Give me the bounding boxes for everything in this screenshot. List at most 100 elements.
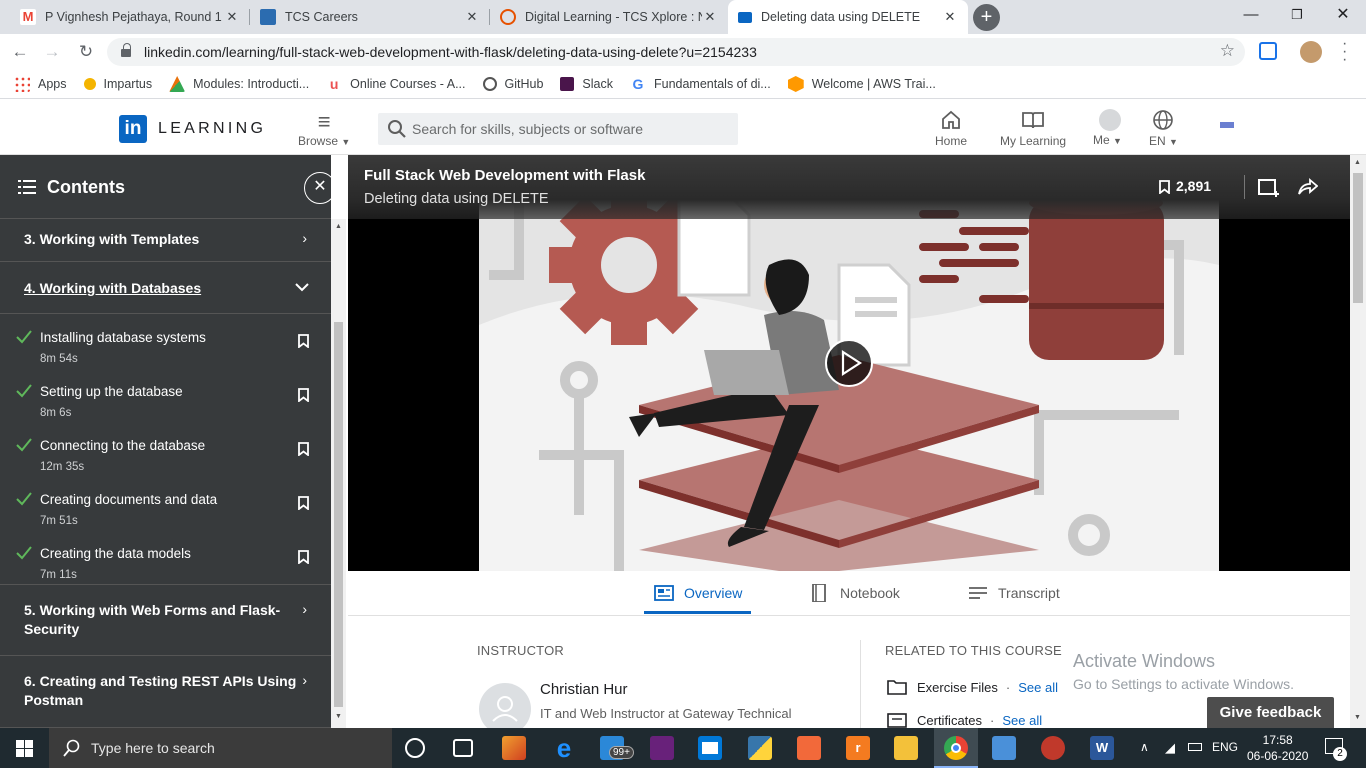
video-player[interactable]: Full Stack Web Development with Flask De… [348, 155, 1350, 571]
new-tab-button[interactable]: + [973, 4, 1000, 31]
bookmark-icon[interactable] [298, 550, 309, 564]
nav-my-learning[interactable]: My Learning [1000, 109, 1066, 148]
browser-tab-xplore[interactable]: Digital Learning - TCS Xplore : Ni ✕ [490, 0, 728, 34]
nav-language[interactable]: EN ▼ [1149, 109, 1178, 148]
bookmark-star-icon[interactable]: ☆ [1220, 41, 1235, 61]
tab-transcript[interactable]: Transcript [968, 584, 1060, 602]
scroll-down-arrow-icon[interactable]: ▼ [1354, 714, 1361, 721]
close-tab-icon[interactable]: ✕ [464, 9, 480, 25]
extension-icon[interactable] [1259, 42, 1277, 60]
nav-me[interactable]: Me ▼ [1093, 109, 1122, 147]
app-icon[interactable] [797, 736, 821, 760]
close-tab-icon[interactable]: ✕ [702, 9, 718, 25]
matlab-icon[interactable] [502, 736, 526, 760]
close-window-button[interactable]: ✕ [1320, 0, 1366, 32]
bookmark-github[interactable]: GitHub [482, 77, 543, 91]
cortana-icon[interactable] [405, 738, 425, 758]
instructor-name[interactable]: Christian Hur [540, 681, 628, 698]
share-icon[interactable] [1298, 178, 1318, 196]
add-to-collection-icon[interactable] [1258, 177, 1280, 197]
chrome-taskbar-button[interactable] [934, 728, 978, 768]
video-item[interactable]: Installing database systems 8m 54s [0, 322, 331, 376]
store-icon[interactable] [698, 736, 722, 760]
sidebar-scrollbar[interactable]: ▲ ▼ [331, 219, 346, 728]
bookmark-udemy[interactable]: u Online Courses - A... [326, 76, 466, 92]
restore-button[interactable]: ❐ [1274, 0, 1320, 32]
bookmark-impartus[interactable]: Impartus [83, 77, 152, 91]
remote-desktop-icon[interactable] [992, 736, 1016, 760]
wifi-icon[interactable]: ◢ [1165, 740, 1175, 756]
page-scrollbar[interactable]: ▲ ▼ [1350, 155, 1366, 728]
menu-kebab-icon[interactable]: · · · [1342, 36, 1347, 68]
browser-tab-strip: M P Vignhesh Pejathaya, Round 1 cl ✕ TCS… [0, 0, 1366, 34]
bookmark-icon[interactable] [298, 334, 309, 348]
scroll-up-arrow-icon[interactable]: ▲ [1354, 159, 1361, 166]
close-contents-button[interactable]: ✕ [304, 172, 336, 204]
back-button[interactable]: ← [10, 42, 30, 62]
bookmark-fundamentals[interactable]: G Fundamentals of di... [630, 76, 771, 92]
taskbar-search-input[interactable]: Type here to search [49, 728, 392, 768]
linkedin-learning-logo[interactable]: in LEARNING [119, 115, 266, 143]
url-bar[interactable]: linkedin.com/learning/full-stack-web-dev… [107, 38, 1245, 66]
browse-menu[interactable]: ≡ Browse ▼ [298, 110, 350, 149]
reload-button[interactable]: ↻ [76, 42, 96, 62]
chapter-item-templates[interactable]: 3. Working with Templates › [0, 219, 331, 262]
windows-start-icon[interactable] [16, 740, 33, 757]
tab-notebook[interactable]: Notebook [810, 584, 900, 602]
see-all-link[interactable]: See all [1002, 713, 1042, 728]
show-hidden-icons[interactable]: ∧ [1140, 740, 1149, 754]
visual-studio-icon[interactable] [650, 736, 674, 760]
content-tabs: Overview Notebook Transcript [348, 571, 1350, 616]
bookmark-modules[interactable]: Modules: Introducti... [169, 76, 309, 92]
minimize-button[interactable]: — [1228, 0, 1274, 32]
notebook-icon [812, 584, 826, 602]
give-feedback-button[interactable]: Give feedback [1207, 697, 1334, 728]
bookmark-slack[interactable]: Slack [560, 77, 613, 91]
caret-down-icon: ▼ [1169, 137, 1178, 147]
overview-icon [654, 585, 674, 601]
nav-home[interactable]: Home [935, 109, 967, 148]
file-explorer-icon[interactable] [894, 736, 918, 760]
python-icon[interactable] [748, 736, 772, 760]
task-view-icon[interactable] [453, 739, 473, 757]
close-tab-icon[interactable]: ✕ [224, 9, 240, 25]
video-item[interactable]: Connecting to the database 12m 35s [0, 430, 331, 484]
bookmark-icon[interactable] [298, 496, 309, 510]
battery-icon[interactable] [1188, 743, 1202, 751]
search-input[interactable]: Search for skills, subjects or software [378, 113, 738, 145]
video-item[interactable]: Setting up the database 8m 6s [0, 376, 331, 430]
r-app-icon[interactable]: r [846, 736, 870, 760]
play-button[interactable] [825, 339, 873, 387]
profile-avatar[interactable] [1300, 41, 1322, 63]
language-indicator[interactable]: ENG [1212, 740, 1238, 754]
word-icon[interactable]: W [1090, 736, 1114, 760]
clock[interactable]: 17:58 06-06-2020 [1247, 732, 1308, 764]
bookmark-aws[interactable]: Welcome | AWS Trai... [787, 76, 936, 92]
scroll-up-arrow-icon[interactable]: ▲ [335, 223, 342, 230]
chapter-item-rest-apis[interactable]: 6. Creating and Testing REST APIs Using P… [0, 656, 331, 728]
bookmark-icon[interactable] [298, 388, 309, 402]
chapter-item-databases[interactable]: 4. Working with Databases [0, 262, 331, 314]
bookmarks-bar: Apps Impartus Modules: Introducti... u O… [0, 70, 1366, 99]
browser-tab-tcs-careers[interactable]: TCS Careers ✕ [250, 0, 490, 34]
tab-overview[interactable]: Overview [654, 584, 742, 602]
browser-tab-gmail[interactable]: M P Vignhesh Pejathaya, Round 1 cl ✕ [10, 0, 250, 34]
bookmark-apps[interactable]: Apps [14, 76, 67, 92]
browser-tab-active[interactable]: Deleting data using DELETE ✕ [728, 0, 968, 34]
active-tab-indicator [644, 611, 751, 614]
google-icon: G [632, 76, 644, 92]
divider [860, 640, 861, 728]
bookmark-icon[interactable] [1159, 180, 1170, 194]
video-item[interactable]: Creating documents and data 7m 51s [0, 484, 331, 538]
scrollbar-thumb[interactable] [1353, 173, 1363, 303]
see-all-link[interactable]: See all [1018, 680, 1058, 695]
bookmark-icon[interactable] [298, 442, 309, 456]
scrollbar-thumb[interactable] [334, 322, 343, 707]
scroll-down-arrow-icon[interactable]: ▼ [335, 713, 342, 720]
chapter-item-web-forms[interactable]: 5. Working with Web Forms and Flask- Secu… [0, 584, 331, 656]
close-tab-icon[interactable]: ✕ [942, 9, 958, 25]
app-icon[interactable] [1041, 736, 1065, 760]
transcript-icon [969, 587, 987, 599]
forward-button[interactable]: → [42, 42, 62, 62]
edge-icon[interactable]: e [552, 735, 576, 761]
